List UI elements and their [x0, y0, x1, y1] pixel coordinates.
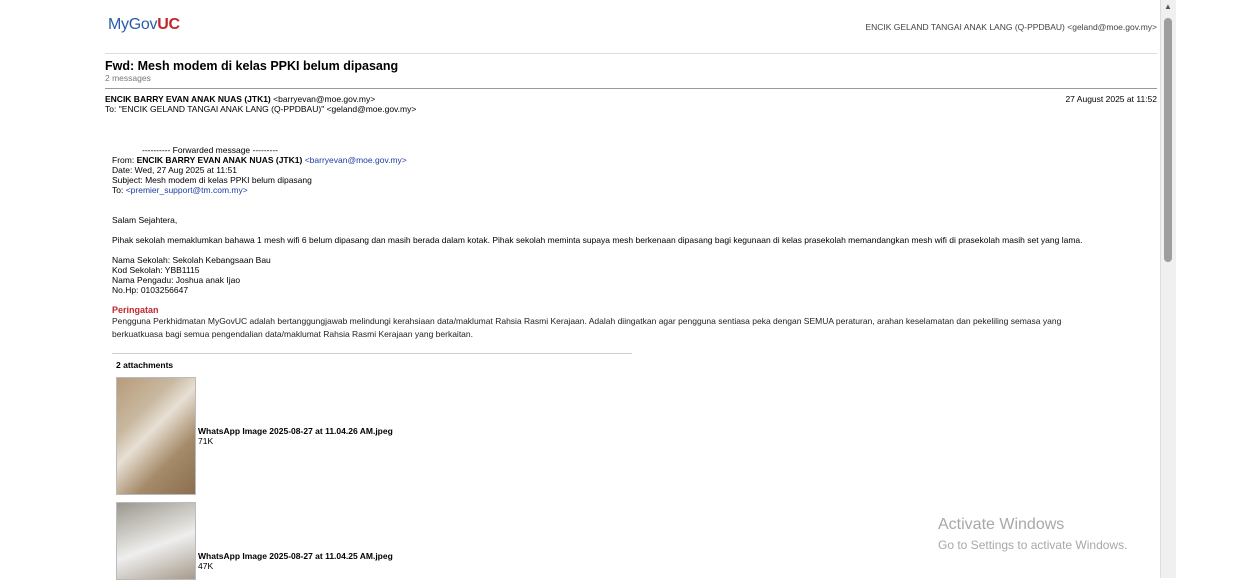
watermark-subtitle: Go to Settings to activate Windows. [938, 538, 1128, 552]
forward-to-email[interactable]: <premier_support@tm.com.my> [126, 185, 248, 195]
attachment-thumbnail[interactable] [116, 502, 196, 580]
attachment-name[interactable]: WhatsApp Image 2025-08-27 at 11.04.25 AM… [198, 551, 393, 561]
attachment-name[interactable]: WhatsApp Image 2025-08-27 at 11.04.26 AM… [198, 426, 393, 436]
user-account: ENCIK GELAND TANGAI ANAK LANG (Q-PPDBAU)… [865, 22, 1157, 32]
email-print-view: MyGovUC ENCIK GELAND TANGAI ANAK LANG (Q… [0, 0, 1160, 580]
forward-header: ---------- Forwarded message --------- [142, 145, 278, 155]
phone-number: No.Hp: 0103256647 [112, 285, 189, 295]
forward-sender-email[interactable]: <barryevan@moe.gov.my> [305, 155, 407, 165]
attachment-size: 71K [198, 436, 214, 446]
message-date: 27 August 2025 at 11:52 [1065, 94, 1157, 104]
message-count: 2 messages [105, 73, 151, 83]
forward-date: Date: Wed, 27 Aug 2025 at 11:51 [112, 165, 237, 175]
logo-text-my: MyGov [108, 16, 158, 33]
message-to: To: "ENCIK GELAND TANGAI ANAK LANG (Q-PP… [105, 104, 417, 114]
scrollbar-thumb[interactable] [1164, 18, 1172, 262]
forward-to: To: <premier_support@tm.com.my> [112, 185, 248, 195]
body-paragraph: Pihak sekolah memaklumkan bahawa 1 mesh … [112, 235, 1083, 245]
attachments-header: 2 attachments [116, 360, 174, 370]
attachment-thumbnail[interactable] [116, 377, 196, 495]
logo-text-uc: UC [157, 16, 180, 33]
attachments-divider [112, 353, 632, 354]
divider [105, 88, 1157, 89]
forward-subject: Subject: Mesh modem di kelas PPKI belum … [112, 175, 312, 185]
greeting: Salam Sejahtera, [112, 215, 178, 225]
attachment-size: 47K [198, 561, 214, 571]
watermark-title: Activate Windows [938, 516, 1065, 533]
forward-from: From: ENCIK BARRY EVAN ANAK NUAS (JTK1) … [112, 155, 407, 165]
message-from: ENCIK BARRY EVAN ANAK NUAS (JTK1) <barry… [105, 94, 375, 104]
school-code: Kod Sekolah: YBB1115 [112, 265, 200, 275]
warning-text: Pengguna Perkhidmatan MyGovUC adalah ber… [112, 316, 1062, 339]
sender-name: ENCIK BARRY EVAN ANAK NUAS (JTK1) [105, 94, 271, 104]
complainant-name: Nama Pengadu: Joshua anak Ijao [112, 275, 241, 285]
vertical-scrollbar[interactable]: ▲ [1160, 0, 1176, 578]
thread-subject: Fwd: Mesh modem di kelas PPKI belum dipa… [105, 59, 399, 73]
divider [105, 53, 1157, 54]
forward-sender-name: ENCIK BARRY EVAN ANAK NUAS (JTK1) [136, 155, 303, 165]
sender-email: <barryevan@moe.gov.my> [273, 94, 376, 104]
school-name: Nama Sekolah: Sekolah Kebangsaan Bau [112, 255, 271, 265]
mygovuc-logo[interactable]: MyGovUC [108, 16, 180, 34]
message-body: ---------- Forwarded message --------- F… [112, 145, 1112, 341]
windows-activation-watermark: Activate Windows Go to Settings to activ… [938, 516, 1127, 552]
scroll-up-arrow-icon[interactable]: ▲ [1164, 2, 1172, 11]
warning-title: Peringatan [112, 305, 159, 315]
